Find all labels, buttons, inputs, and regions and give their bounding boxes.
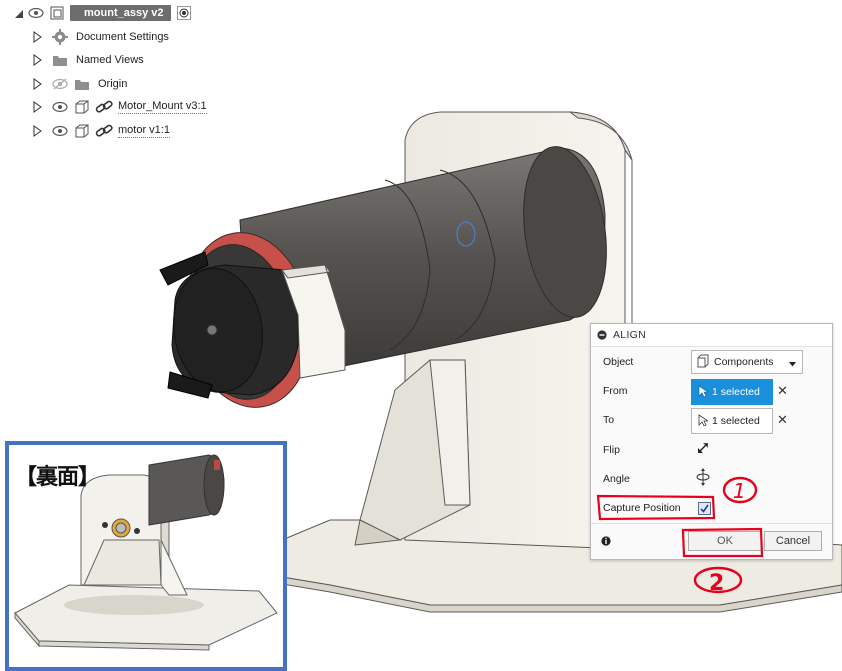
motor-shaft bbox=[206, 324, 218, 336]
expand-triangle-icon[interactable] bbox=[32, 78, 42, 90]
tree-item-motor[interactable]: motor v1:1 bbox=[32, 121, 170, 141]
link-icon bbox=[94, 99, 114, 115]
tree-item-label: motor v1:1 bbox=[118, 124, 170, 138]
to-value: 1 selected bbox=[712, 415, 760, 427]
from-selection-button[interactable]: 1 selected bbox=[691, 379, 773, 405]
tree-item-label: Origin bbox=[98, 78, 128, 90]
tree-item-named-views[interactable]: Named Views bbox=[32, 50, 144, 70]
align-dialog-header[interactable]: ALIGN bbox=[591, 324, 832, 347]
tree-item-label: Document Settings bbox=[76, 31, 169, 43]
object-dropdown[interactable]: Components bbox=[691, 350, 803, 374]
tree-root-label[interactable]: mount_assy v2 bbox=[70, 5, 172, 21]
browser-tree: mount_assy v2 Document Settings Named Vi… bbox=[0, 0, 260, 150]
gear-icon bbox=[52, 29, 68, 45]
expand-triangle-icon[interactable] bbox=[32, 54, 42, 66]
collapse-minus-icon[interactable] bbox=[597, 330, 607, 343]
capture-position-checkbox[interactable] bbox=[698, 502, 711, 515]
flip-icon[interactable] bbox=[696, 441, 710, 458]
expand-triangle-icon[interactable] bbox=[32, 101, 42, 113]
inset-label: 【裏面】 bbox=[15, 465, 100, 490]
expand-triangle-icon[interactable] bbox=[32, 125, 42, 137]
align-dialog: ALIGN Object Components From 1 selected … bbox=[590, 323, 833, 560]
assembly-icon bbox=[50, 5, 66, 21]
flip-label: Flip bbox=[603, 444, 620, 456]
dropdown-arrow-icon bbox=[789, 358, 796, 370]
link-icon bbox=[94, 123, 114, 139]
dialog-divider bbox=[591, 523, 832, 524]
angle-label: Angle bbox=[603, 473, 630, 485]
ok-button[interactable]: OK bbox=[688, 531, 762, 551]
back-view-inset: 【裏面】 bbox=[5, 441, 287, 671]
folder-icon bbox=[74, 77, 90, 91]
from-value: 1 selected bbox=[712, 386, 760, 398]
tree-item-origin[interactable]: Origin bbox=[32, 74, 127, 94]
object-label: Object bbox=[603, 356, 634, 368]
from-label: From bbox=[603, 385, 628, 397]
cancel-button[interactable]: Cancel bbox=[764, 531, 822, 551]
activate-radio-icon[interactable] bbox=[177, 6, 192, 20]
component-icon bbox=[74, 99, 90, 115]
tree-item-document-settings[interactable]: Document Settings bbox=[32, 27, 169, 47]
eye-icon[interactable] bbox=[28, 7, 44, 19]
expand-triangle-icon[interactable] bbox=[32, 31, 42, 43]
eye-icon[interactable] bbox=[52, 125, 68, 137]
capture-position-label: Capture Position bbox=[603, 502, 681, 514]
clear-to-icon[interactable]: ✕ bbox=[777, 412, 788, 428]
info-icon[interactable] bbox=[601, 536, 611, 549]
clear-from-icon[interactable]: ✕ bbox=[777, 383, 788, 399]
cursor-arrow-icon bbox=[698, 413, 710, 429]
to-label: To bbox=[603, 414, 615, 426]
eye-icon[interactable] bbox=[52, 101, 68, 113]
component-icon bbox=[696, 354, 710, 371]
align-dialog-title: ALIGN bbox=[613, 329, 647, 341]
object-value: Components bbox=[714, 356, 774, 368]
to-selection-button[interactable]: 1 selected bbox=[691, 408, 773, 434]
component-icon bbox=[74, 123, 90, 139]
cursor-arrow-icon bbox=[698, 384, 709, 400]
tree-root-row[interactable]: mount_assy v2 bbox=[14, 3, 192, 23]
folder-icon bbox=[52, 53, 68, 67]
collapse-triangle-icon[interactable] bbox=[14, 7, 24, 19]
tree-item-label: Named Views bbox=[76, 54, 144, 66]
rotate-handle-icon[interactable] bbox=[695, 468, 711, 489]
tree-item-motor-mount[interactable]: Motor_Mount v3:1 bbox=[32, 97, 207, 117]
eye-hidden-icon[interactable] bbox=[52, 78, 68, 90]
tree-item-label: Motor_Mount v3:1 bbox=[118, 100, 207, 114]
